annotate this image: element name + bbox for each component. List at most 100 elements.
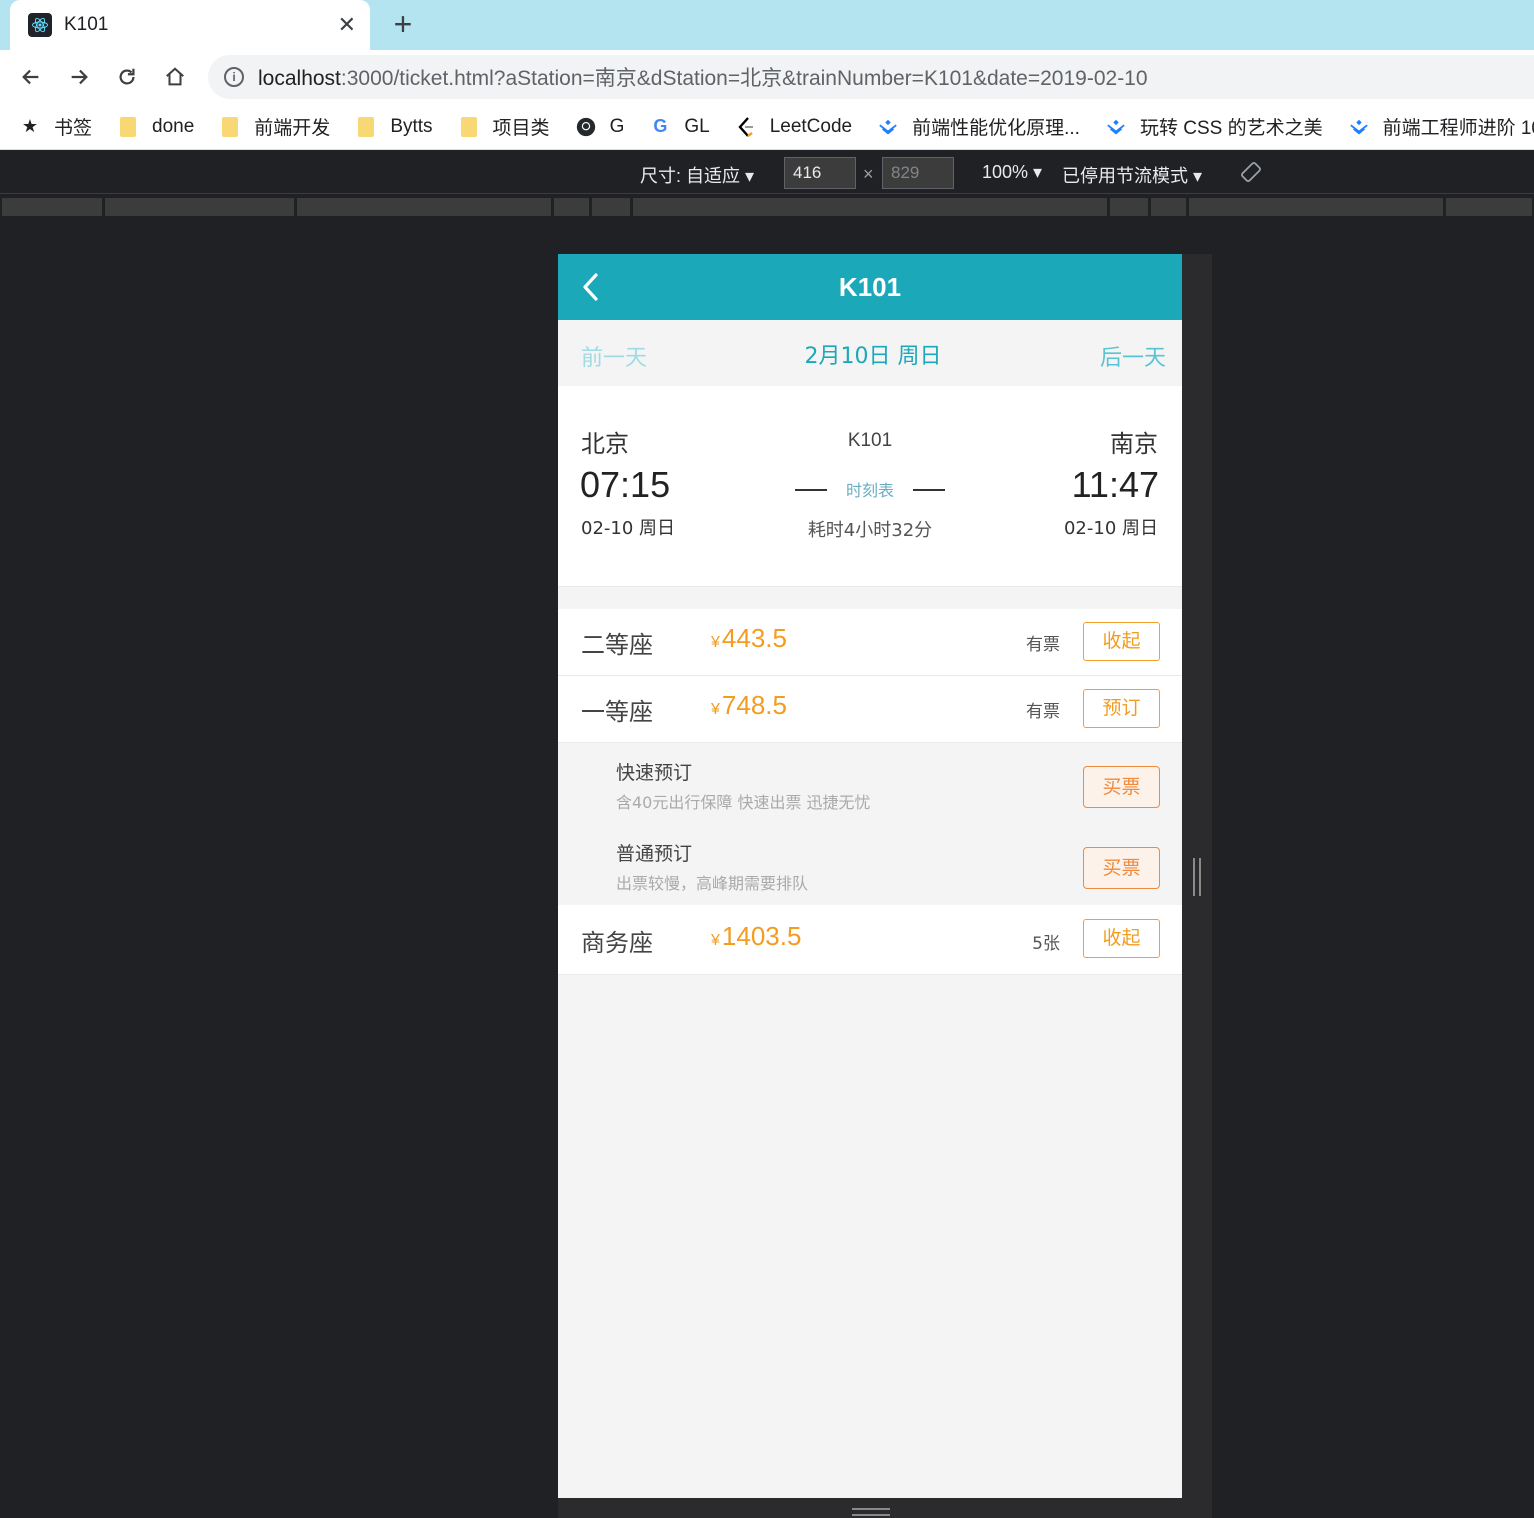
browser-toolbar: i localhost:3000/ticket.html?aStation=南京… (0, 50, 1534, 104)
resize-handle-bottom[interactable] (852, 1508, 890, 1516)
ticket-availability: 有票 (1026, 635, 1060, 655)
buy-ticket-button[interactable]: 买票 (1083, 847, 1160, 889)
resize-handle-right[interactable] (1193, 858, 1201, 896)
seat-name: 二等座 (581, 631, 653, 659)
bookmark-label: 书签 (54, 118, 93, 139)
arrival-date: 02-10 周日 (1063, 518, 1158, 539)
seat-price: ¥1403.5 (711, 921, 801, 952)
star-icon: ★ (21, 116, 39, 136)
device-height-input[interactable]: 829 (882, 157, 954, 189)
zoom-select[interactable]: 100% ▾ (982, 162, 1042, 183)
bookmark-item[interactable]: 前端工程师进阶 10... (1349, 113, 1534, 140)
buy-ticket-button[interactable]: 买票 (1083, 766, 1160, 808)
media-query-segment[interactable] (1151, 198, 1186, 216)
url-text: localhost:3000/ticket.html?aStation=南京&d… (258, 62, 1148, 92)
browser-tab[interactable]: K101 ✕ (10, 0, 370, 50)
book-button[interactable]: 预订 (1083, 689, 1160, 728)
tab-strip: K101 ✕ + (0, 0, 1534, 50)
media-query-segment[interactable] (554, 198, 589, 216)
price-value: 1403.5 (721, 921, 802, 951)
throttle-label: 已停用节流模式 (1062, 166, 1188, 186)
channel-description: 含40元出行保障 快速出票 迅捷无忧 (616, 793, 871, 812)
bookmark-item[interactable]: Bytts (356, 115, 433, 138)
seat-row[interactable]: 商务座 ¥1403.5 5张 收起 (558, 905, 1182, 975)
github-icon (576, 117, 596, 137)
collapse-button[interactable]: 收起 (1083, 622, 1160, 661)
media-query-segment[interactable] (1189, 198, 1443, 216)
google-icon: G (653, 116, 668, 136)
channel-name: 普通预订 (616, 843, 693, 865)
train-number: K101 (847, 430, 893, 451)
bookmark-item[interactable]: ★ 书签 (20, 113, 92, 140)
url-host: localhost (258, 67, 341, 90)
throttle-select[interactable]: 已停用节流模式 ▾ (1062, 162, 1202, 188)
app-header: K101 (558, 254, 1182, 320)
bookmark-label: LeetCode (769, 115, 853, 137)
date-navigator: 前一天 2月10日 周日 后一天 (558, 320, 1182, 386)
bookmark-label: done (152, 115, 195, 137)
bookmark-item[interactable]: 项目类 (459, 113, 550, 140)
bookmark-item[interactable]: G GL (650, 116, 709, 138)
channel-description: 出票较慢，高峰期需要排队 (616, 874, 809, 893)
bookmark-label: 前端工程师进阶 10... (1382, 118, 1534, 139)
folder-icon (118, 116, 138, 137)
bookmarks-bar: ★ 书签 done 前端开发 Bytts 项目类 G G GL LeetCode 前… (0, 104, 1534, 150)
bookmark-label: G (609, 115, 625, 137)
juejin-icon (878, 117, 898, 137)
bookmark-item[interactable]: LeetCode (736, 116, 852, 138)
tab-title: K101 (64, 14, 109, 35)
device-width-input[interactable]: 416 (784, 157, 856, 189)
media-query-segment[interactable] (105, 198, 294, 216)
back-button[interactable] (578, 270, 608, 304)
currency-symbol: ¥ (711, 932, 720, 949)
device-size-select[interactable]: 尺寸: 自适应 ▾ (640, 162, 754, 188)
close-tab-icon[interactable]: ✕ (338, 12, 356, 38)
current-date: 2月10日 周日 (804, 344, 942, 369)
bookmark-label: 玩转 CSS 的艺术之美 (1139, 118, 1323, 139)
media-query-segment[interactable] (1446, 198, 1532, 216)
device-viewport: K101 前一天 2月10日 周日 后一天 北京 07:15 02-10 周日 … (558, 254, 1182, 1498)
seat-name: 一等座 (581, 698, 653, 726)
bookmark-label: Bytts (390, 115, 433, 137)
train-detail: 北京 07:15 02-10 周日 K101 时刻表 耗时4小时32分 南京 1… (558, 386, 1182, 586)
bookmark-item[interactable]: 玩转 CSS 的艺术之美 (1106, 113, 1323, 140)
rotate-icon[interactable] (1240, 161, 1262, 188)
home-icon[interactable] (160, 62, 190, 92)
info-icon[interactable]: i (224, 67, 244, 87)
collapse-button[interactable]: 收起 (1083, 919, 1160, 958)
reload-icon[interactable] (112, 62, 142, 92)
channel-item: 普通预订 出票较慢，高峰期需要排队 买票 (558, 824, 1182, 905)
media-query-segment[interactable] (633, 198, 1107, 216)
bookmark-item[interactable]: 前端性能优化原理... (878, 113, 1080, 140)
media-query-segment[interactable] (592, 198, 630, 216)
seat-price: ¥443.5 (711, 623, 787, 654)
price-value: 443.5 (721, 623, 787, 653)
section-divider (558, 586, 1182, 610)
device-size-label: 尺寸: 自适应 (640, 166, 741, 186)
bookmark-label: GL (684, 115, 710, 137)
back-arrow-icon[interactable] (16, 62, 46, 92)
seat-row[interactable]: 一等座 ¥748.5 有票 预订 (558, 676, 1182, 743)
media-query-segment[interactable] (1110, 198, 1148, 216)
channel-item: 快速预订 含40元出行保障 快速出票 迅捷无忧 买票 (558, 743, 1182, 824)
folder-icon (459, 116, 479, 137)
juejin-icon (1106, 117, 1126, 137)
currency-symbol: ¥ (711, 634, 720, 651)
dimension-separator: × (863, 164, 874, 184)
forward-arrow-icon[interactable] (64, 62, 94, 92)
seat-row[interactable]: 二等座 ¥443.5 有票 收起 (558, 609, 1182, 676)
address-bar[interactable]: i localhost:3000/ticket.html?aStation=南京… (208, 55, 1534, 99)
bookmark-item[interactable]: 前端开发 (220, 113, 330, 140)
bookmark-item[interactable]: G (576, 115, 625, 138)
url-path: :3000/ticket.html?aStation=南京&dStation=北… (340, 67, 1148, 90)
next-day-button[interactable]: 后一天 (1100, 340, 1166, 372)
media-query-segment[interactable] (297, 198, 551, 216)
new-tab-button[interactable]: + (388, 6, 418, 43)
media-query-bar (0, 196, 1534, 220)
bookmark-item[interactable]: done (118, 116, 194, 138)
currency-symbol: ¥ (711, 701, 720, 718)
chevron-left-icon (583, 273, 598, 301)
juejin-icon (1349, 117, 1369, 137)
media-query-segment[interactable] (2, 198, 102, 216)
zoom-label: 100% (982, 162, 1029, 182)
